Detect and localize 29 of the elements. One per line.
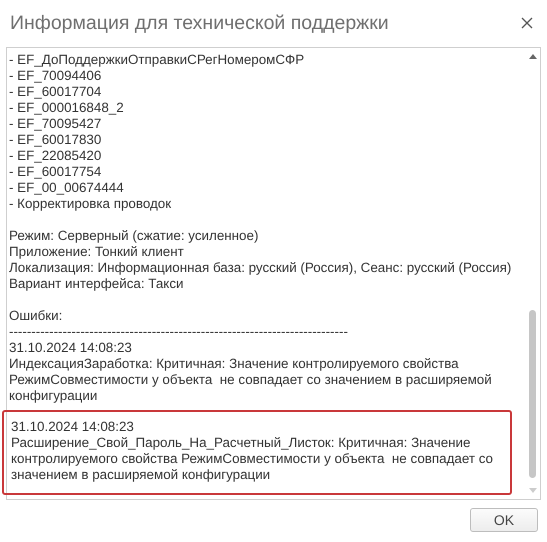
error-message-line: значением в расширяемой конфигурации: [11, 467, 272, 483]
error-message-line: контролируемого свойства РежимСовместимости у объекта не совпадает со: [11, 451, 494, 467]
scroll-thumb[interactable]: [529, 310, 536, 478]
scroll-up-icon[interactable]: [529, 54, 537, 59]
environment-line: Приложение: Тонкий клиент: [9, 244, 185, 260]
module-line: - EF_22085420: [9, 148, 102, 164]
errors-heading: Ошибки:: [9, 308, 64, 324]
error-message-line: ИндексацияЗаработка: Критичная: Значение контролируемого свойства: [9, 356, 460, 372]
module-line: - EF_60017754: [9, 164, 102, 180]
environment-line: Режим: Серверный (сжатие: усиленное): [9, 228, 260, 244]
error-timestamp: 31.10.2024 14:08:23: [11, 419, 135, 435]
module-line: - Корректировка проводок: [9, 196, 172, 212]
module-line: - EF_ДоПоддержкиОтправкиСРегНомеромСФР: [9, 52, 306, 68]
module-line: - EF_70094406: [9, 68, 102, 84]
close-icon[interactable]: [521, 17, 533, 29]
ok-button[interactable]: OK: [470, 508, 538, 532]
error-timestamp: 31.10.2024 14:08:23: [9, 340, 133, 356]
separator-line: ----------------------------------------------------------------------------: [9, 324, 349, 340]
error-message-line: Расширение_Свой_Пароль_На_Расчетный_Листок: Критичная: Значение: [11, 435, 472, 451]
error-message-line: конфигурации: [9, 388, 98, 404]
environment-line: Локализация: Информационная база: русский (Россия), Сеанс: русский (Россия): [9, 260, 512, 276]
window-title: Информация для технической поддержки: [10, 12, 389, 34]
module-line: - EF_00_00674444: [9, 180, 125, 196]
module-line: - EF_60017830: [9, 132, 102, 148]
module-line: - EF_70095427: [9, 116, 102, 132]
environment-line: Вариант интерфейса: Такси: [9, 276, 184, 292]
error-message-line: РежимСовместимости у объекта не совпадает со значением в расширяемой: [9, 372, 493, 388]
module-line: - EF_000016848_2: [9, 100, 125, 116]
module-line: - EF_60017704: [9, 84, 102, 100]
